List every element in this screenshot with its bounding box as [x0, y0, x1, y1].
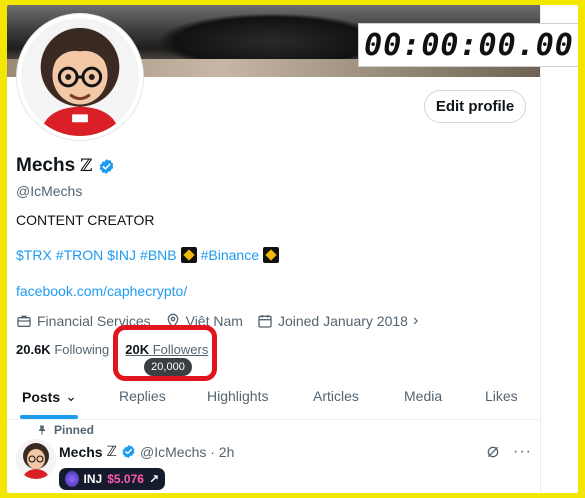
post-author-name[interactable]: Mechs — [59, 444, 103, 460]
post-author-suffix: ℤ — [106, 443, 118, 459]
avatar-illustration — [21, 18, 139, 136]
ticker-symbol: INJ — [83, 472, 103, 486]
profile-tags: $TRX #TRON $INJ #BNB #Binance — [16, 247, 280, 263]
profile-name-suffix: ℤ — [80, 156, 93, 176]
profile-name-row: Mechs ℤ — [16, 155, 115, 177]
ticker-pill[interactable]: INJ $5.076 ↗ — [59, 468, 165, 490]
profile-card: 00:00:00.00 Edit profile Mechs ℤ @IcMech… — [7, 5, 578, 493]
verified-badge-icon — [122, 444, 135, 459]
active-tab-indicator — [20, 415, 78, 419]
tab-replies[interactable]: Replies — [119, 388, 166, 404]
verified-badge-icon[interactable] — [98, 158, 115, 175]
side-column — [540, 5, 578, 493]
tag-tron[interactable]: #TRON — [56, 247, 103, 263]
profile-bio: CONTENT CREATOR — [16, 212, 155, 228]
profile-avatar[interactable] — [17, 14, 143, 140]
tab-likes[interactable]: Likes — [485, 388, 518, 404]
tab-posts[interactable]: Posts ⌄ — [22, 388, 77, 405]
tab-media[interactable]: Media — [404, 388, 442, 404]
chevron-down-icon: ⌄ — [65, 388, 77, 404]
post-avatar[interactable] — [16, 439, 56, 479]
post-avatar-illustration — [16, 439, 56, 479]
banner-car-image — [157, 13, 387, 61]
pinned-label: Pinned — [54, 423, 95, 437]
bnb-logo-icon — [263, 247, 280, 263]
meta-joined[interactable]: Joined January 2018 › — [257, 312, 418, 330]
tag-bnb[interactable]: #BNB — [140, 247, 177, 263]
arrow-up-right-icon: ↗ — [148, 472, 159, 486]
ticker-price: $5.076 — [107, 472, 144, 486]
tag-binance[interactable]: #Binance — [201, 247, 259, 263]
tab-articles[interactable]: Articles — [313, 388, 359, 404]
following-count: 20.6K — [16, 342, 51, 357]
followers-tooltip: 20,000 — [144, 358, 192, 376]
more-options-icon[interactable]: ··· — [513, 443, 532, 461]
briefcase-icon — [17, 315, 31, 327]
following-label: Following — [54, 342, 110, 357]
profile-meta: Financial Services Việt Nam Joined Janua… — [16, 312, 418, 330]
chevron-right-icon: › — [412, 312, 419, 329]
edit-profile-button[interactable]: Edit profile — [424, 90, 526, 123]
pinned-indicator: Pinned — [36, 423, 94, 437]
tag-inj[interactable]: $INJ — [107, 247, 136, 263]
injective-logo-icon — [65, 471, 79, 487]
bnb-logo-icon — [180, 247, 197, 263]
tab-highlights[interactable]: Highlights — [207, 388, 268, 404]
timer-overlay: 00:00:00.00 — [358, 23, 578, 67]
following-link[interactable]: 20.6K Following — [16, 342, 109, 357]
post-handle-time: @IcMechs · 2h — [140, 443, 235, 460]
calendar-icon — [258, 315, 272, 328]
tag-trx[interactable]: $TRX — [16, 247, 52, 263]
pin-icon — [39, 425, 45, 435]
post-header: Mechs ℤ @IcMechs · 2h — [59, 443, 234, 460]
profile-name: Mechs — [16, 155, 76, 176]
tab-posts-label: Posts — [22, 388, 61, 405]
grok-icon[interactable] — [485, 444, 501, 460]
profile-tabs: Posts ⌄ Replies Highlights Articles Medi… — [7, 377, 540, 420]
profile-handle: @IcMechs — [16, 183, 83, 199]
profile-website-link[interactable]: facebook.com/caphecrypto/ — [16, 283, 187, 299]
meta-joined-label: Joined January 2018 — [277, 313, 408, 329]
post-actions: ··· — [485, 443, 532, 461]
